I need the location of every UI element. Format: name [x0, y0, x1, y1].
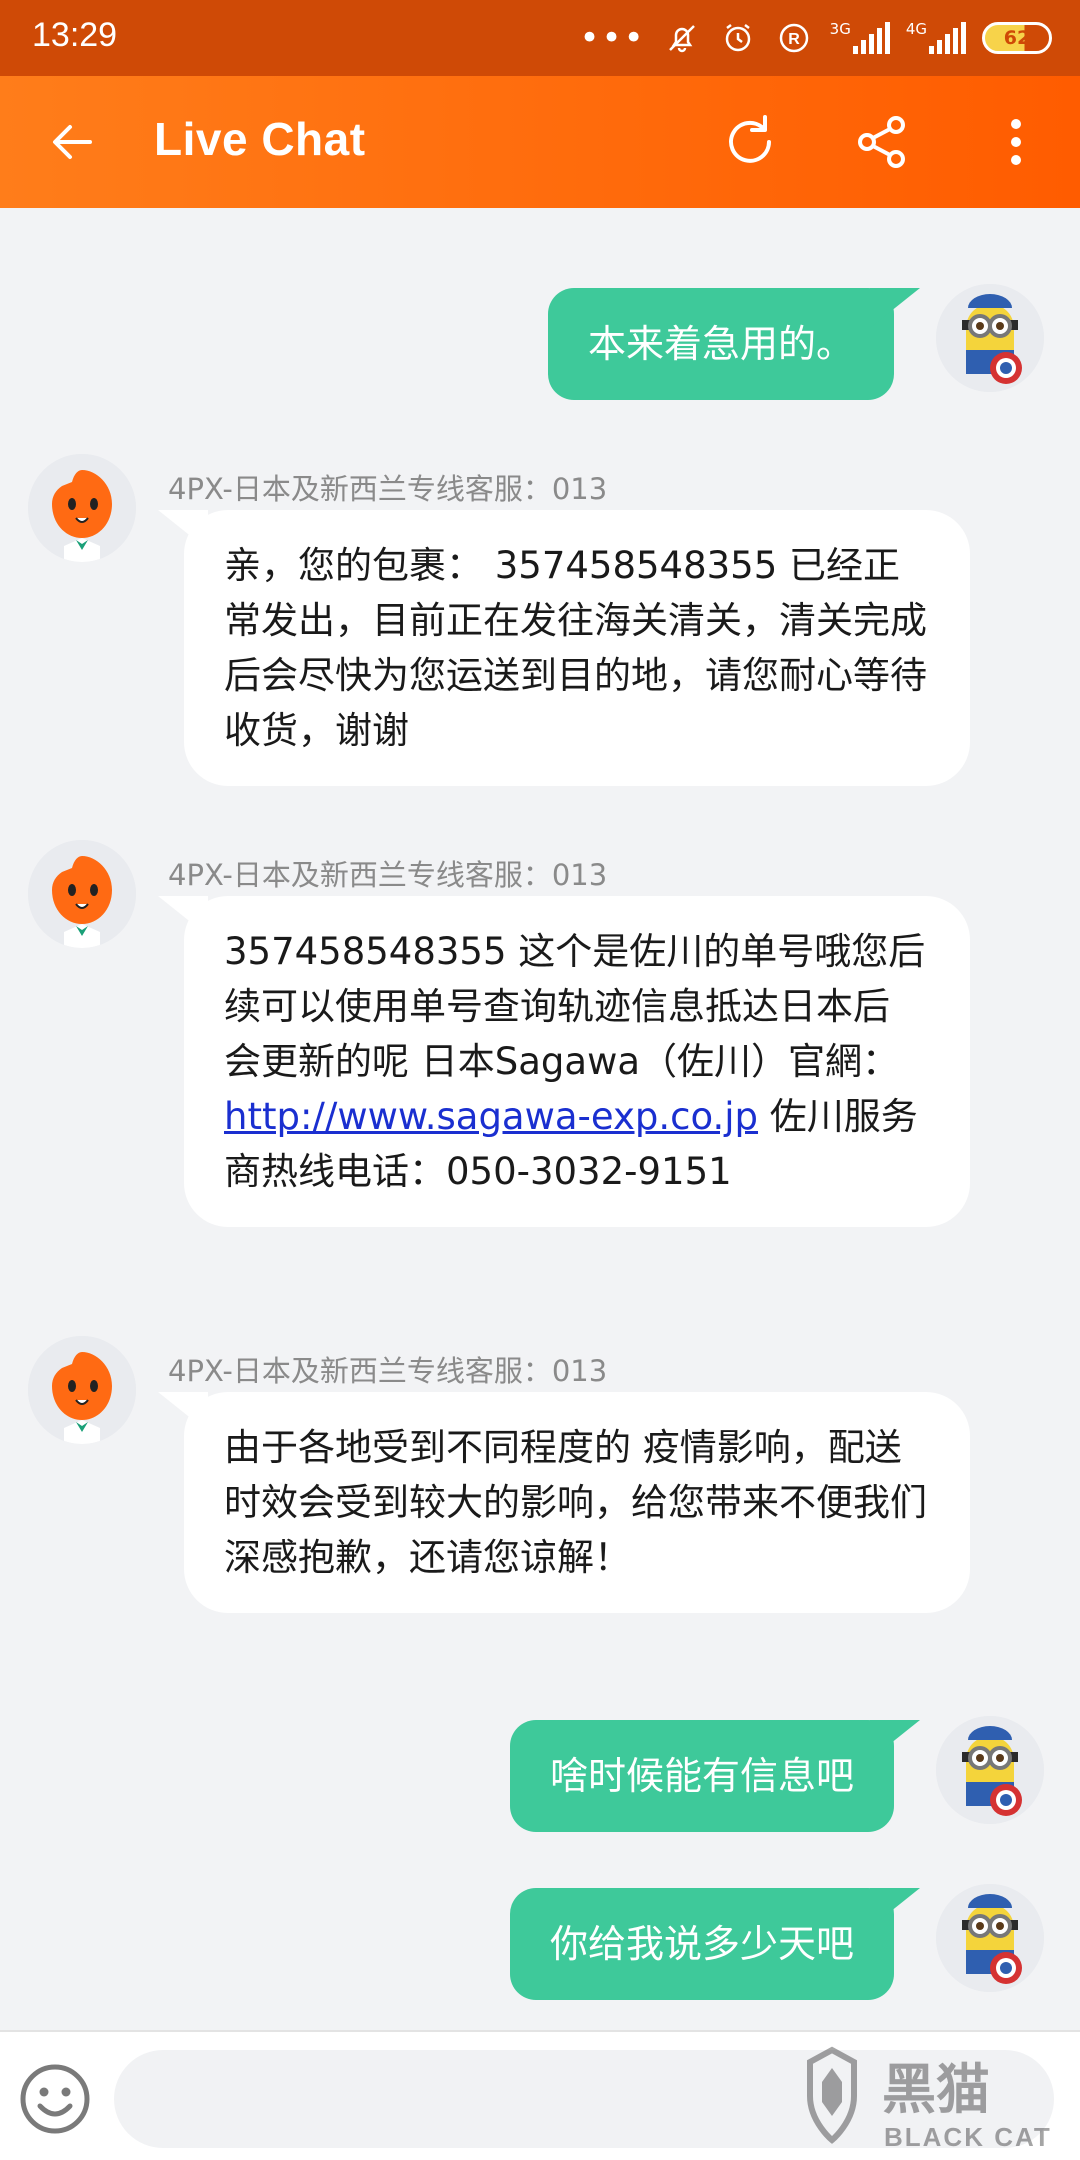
message-incoming: 由于各地受到不同程度的 疫情影响，配送时效会受到较大的影响，给您带来不便我们深感…: [158, 1392, 970, 1613]
message-outgoing: 你给我说多少天吧: [509, 1888, 921, 2000]
more-vertical-icon: [1011, 119, 1021, 165]
blackcat-watermark: 黑猫 BLACK CAT: [802, 2042, 1072, 2160]
agent-name: 4PX-日本及新西兰专线客服：013: [168, 472, 608, 506]
chat-thread[interactable]: 本来着急用的。 4PX-日本及新西兰专线客服：013 亲，您的包裹： 35745…: [0, 208, 1080, 2030]
status-bar: 13:29 ••• R 3G 4G 62: [0, 0, 1080, 76]
status-icons: ••• R 3G 4G 62: [579, 14, 1052, 62]
orange-mascot-icon: [28, 840, 136, 948]
message-outgoing: 本来着急用的。: [547, 288, 921, 400]
sagawa-link[interactable]: http://www.sagawa-exp.co.jp: [224, 1095, 758, 1138]
agent-avatar: [28, 840, 136, 948]
signal-3g-icon: 3G: [830, 22, 890, 54]
back-arrow-icon: [53, 125, 92, 159]
refresh-button[interactable]: [714, 106, 786, 178]
user-avatar[interactable]: [936, 1884, 1044, 1992]
mute-bell-icon: [662, 18, 702, 58]
page-title: Live Chat: [154, 113, 366, 165]
more-notifications-icon: •••: [579, 18, 646, 58]
emoji-button[interactable]: [18, 2062, 92, 2136]
svg-text:BLACK CAT: BLACK CAT: [884, 2122, 1052, 2152]
agent-avatar: [28, 454, 136, 562]
message-incoming: 357458548355 这个是佐川的单号哦您后续可以使用单号查询轨迹信息抵达日…: [158, 896, 970, 1227]
minion-avatar-icon: [936, 1884, 1044, 1992]
svg-text:R: R: [788, 31, 800, 48]
refresh-icon: [729, 115, 771, 163]
signal-4g-label: 4G: [905, 20, 927, 38]
signal-3g-label: 3G: [829, 20, 851, 38]
share-button[interactable]: [846, 106, 918, 178]
minion-avatar-icon: [936, 284, 1044, 392]
svg-text:黑猫: 黑猫: [882, 2058, 990, 2121]
agent-name: 4PX-日本及新西兰专线客服：013: [168, 1354, 608, 1388]
user-avatar[interactable]: [936, 284, 1044, 392]
message-outgoing: 啥时候能有信息吧: [509, 1720, 921, 1832]
alarm-icon: [718, 18, 758, 58]
agent-name: 4PX-日本及新西兰专线客服：013: [168, 858, 608, 892]
orange-mascot-icon: [28, 1336, 136, 1444]
more-options-button[interactable]: [980, 106, 1052, 178]
app-header: Live Chat: [0, 76, 1080, 208]
share-icon: [858, 116, 905, 168]
signal-4g-icon: 4G: [906, 22, 966, 54]
agent-avatar: [28, 1336, 136, 1444]
message-text: 357458548355 这个是佐川的单号哦您后续可以使用单号查询轨迹信息抵达日…: [224, 930, 926, 1083]
orange-mascot-icon: [28, 454, 136, 562]
registered-icon: R: [774, 18, 814, 58]
user-avatar[interactable]: [936, 1716, 1044, 1824]
battery-icon: 62: [982, 22, 1052, 54]
message-incoming: 亲，您的包裹： 357458548355 已经正常发出，目前正在发往海关清关，清…: [158, 510, 970, 786]
back-button[interactable]: [44, 112, 104, 172]
status-time: 13:29: [32, 16, 118, 54]
minion-avatar-icon: [936, 1716, 1044, 1824]
composer-bar: 黑猫 BLACK CAT: [0, 2030, 1080, 2160]
emoji-icon: [20, 2064, 90, 2134]
